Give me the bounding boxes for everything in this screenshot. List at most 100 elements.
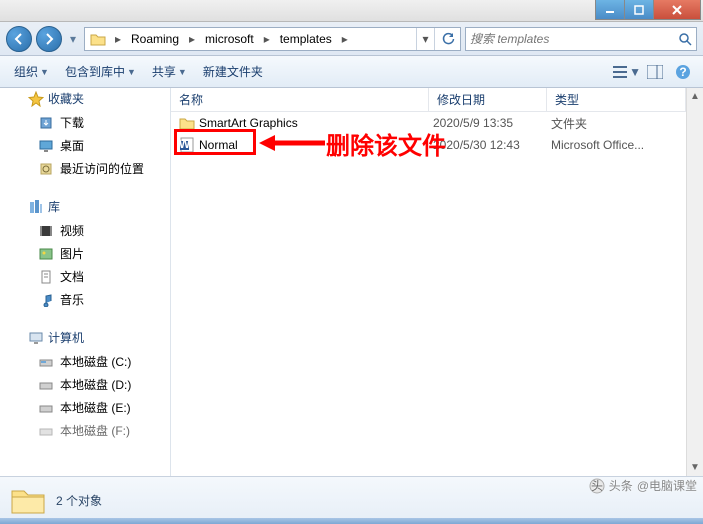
scroll-down-icon[interactable]: ▼ [687, 459, 703, 476]
word-file-icon: W [179, 137, 195, 153]
scroll-up-icon[interactable]: ▲ [687, 88, 703, 105]
sidebar-item-label: 本地磁盘 (E:) [60, 399, 131, 416]
drive-icon [38, 400, 54, 416]
window-frame-bottom [0, 518, 703, 524]
libraries-label: 库 [48, 198, 60, 215]
sidebar-group-favorites[interactable]: 收藏夹 [0, 88, 170, 111]
help-button[interactable]: ? [669, 60, 697, 84]
sidebar-item-videos[interactable]: 视频 [0, 219, 170, 242]
breadcrumb-segment[interactable]: Roaming [125, 28, 185, 50]
sidebar-item-drive-d[interactable]: 本地磁盘 (D:) [0, 373, 170, 396]
file-date: 2020/5/30 12:43 [429, 138, 547, 152]
window-controls [596, 0, 701, 20]
view-options-button[interactable]: ▼ [613, 60, 641, 84]
file-date: 2020/5/9 13:35 [429, 116, 547, 130]
toolbar: 组织▼ 包含到库中▼ 共享▼ 新建文件夹 ▼ ? [0, 56, 703, 88]
folder-icon [87, 28, 109, 50]
new-folder-button[interactable]: 新建文件夹 [195, 59, 271, 84]
include-label: 包含到库中 [65, 63, 125, 80]
sidebar-group-computer[interactable]: 计算机 [0, 325, 170, 350]
status-count: 2 个对象 [56, 492, 102, 509]
sidebar-item-drive-e[interactable]: 本地磁盘 (E:) [0, 396, 170, 419]
watermark-text: @电脑课堂 [637, 477, 697, 494]
sidebar-group-libraries[interactable]: 库 [0, 194, 170, 219]
column-header-type[interactable]: 类型 [547, 88, 686, 111]
breadcrumb-segment[interactable]: microsoft [199, 28, 260, 50]
vertical-scrollbar[interactable]: ▲ ▼ [686, 88, 703, 476]
sidebar-item-label: 本地磁盘 (C:) [60, 353, 131, 370]
svg-text:W: W [179, 137, 191, 151]
file-name: Normal [199, 138, 238, 152]
sidebar-item-label: 视频 [60, 222, 84, 239]
sidebar-item-label: 下载 [60, 114, 84, 131]
watermark-prefix: 头条 [609, 477, 633, 494]
column-header-date[interactable]: 修改日期 [429, 88, 547, 111]
drive-icon [38, 423, 54, 439]
chevron-right-icon[interactable]: ▸ [260, 32, 274, 46]
chevron-right-icon[interactable]: ▸ [338, 32, 352, 46]
new-folder-label: 新建文件夹 [203, 63, 263, 80]
sidebar-item-drive-c[interactable]: 本地磁盘 (C:) [0, 350, 170, 373]
nav-forward-button[interactable] [36, 26, 62, 52]
address-bar-row: ▾ ▸ Roaming ▸ microsoft ▸ templates ▸ ▾ [0, 22, 703, 56]
address-dropdown[interactable]: ▾ [416, 28, 434, 50]
sidebar-item-label: 本地磁盘 (F:) [60, 422, 130, 439]
drive-icon [38, 377, 54, 393]
address-bar[interactable]: ▸ Roaming ▸ microsoft ▸ templates ▸ ▾ [84, 27, 461, 51]
sidebar-item-pictures[interactable]: 图片 [0, 242, 170, 265]
organize-label: 组织 [14, 63, 38, 80]
maximize-button[interactable] [624, 0, 654, 20]
include-in-library-menu[interactable]: 包含到库中▼ [57, 59, 144, 84]
column-header-name[interactable]: 名称 [171, 88, 429, 111]
search-box[interactable] [465, 27, 697, 51]
sidebar-item-label: 最近访问的位置 [60, 160, 144, 177]
refresh-button[interactable] [434, 28, 460, 50]
sidebar-item-label: 本地磁盘 (D:) [60, 376, 131, 393]
organize-menu[interactable]: 组织▼ [6, 59, 57, 84]
sidebar-item-desktop[interactable]: 桌面 [0, 134, 170, 157]
file-name: SmartArt Graphics [199, 116, 298, 130]
desktop-icon [38, 138, 54, 154]
sidebar-item-label: 文档 [60, 268, 84, 285]
downloads-icon [38, 115, 54, 131]
svg-text:头: 头 [591, 479, 603, 493]
chevron-right-icon[interactable]: ▸ [111, 32, 125, 46]
search-input[interactable] [470, 32, 678, 46]
svg-text:?: ? [679, 65, 686, 79]
recent-icon [38, 161, 54, 177]
sidebar-item-label: 桌面 [60, 137, 84, 154]
folder-icon [179, 115, 195, 131]
file-type: 文件夹 [547, 115, 686, 132]
pictures-icon [38, 246, 54, 262]
sidebar-item-label: 音乐 [60, 291, 84, 308]
sidebar-item-documents[interactable]: 文档 [0, 265, 170, 288]
drive-icon [38, 354, 54, 370]
share-menu[interactable]: 共享▼ [144, 59, 195, 84]
annotation-text: 删除该文件 [326, 126, 446, 161]
main-area: 收藏夹 下载 桌面 最近访问的位置 库 视频 图片 文档 音乐 计算机 本地磁盘… [0, 88, 703, 476]
folder-large-icon [10, 483, 46, 519]
music-icon [38, 292, 54, 308]
video-icon [38, 223, 54, 239]
nav-back-button[interactable] [6, 26, 32, 52]
titlebar [0, 0, 703, 22]
computer-icon [28, 330, 44, 346]
close-button[interactable] [653, 0, 701, 20]
breadcrumb-segment[interactable]: templates [274, 28, 338, 50]
favorites-label: 收藏夹 [48, 90, 84, 107]
star-icon [28, 91, 44, 107]
navigation-pane: 收藏夹 下载 桌面 最近访问的位置 库 视频 图片 文档 音乐 计算机 本地磁盘… [0, 88, 171, 476]
file-list-pane: 名称 修改日期 类型 SmartArt Graphics 2020/5/9 13… [171, 88, 703, 476]
sidebar-item-drive-f[interactable]: 本地磁盘 (F:) [0, 419, 170, 442]
libraries-icon [28, 199, 44, 215]
sidebar-item-recent[interactable]: 最近访问的位置 [0, 157, 170, 180]
sidebar-item-music[interactable]: 音乐 [0, 288, 170, 311]
nav-history-dropdown[interactable]: ▾ [66, 28, 80, 50]
chevron-right-icon[interactable]: ▸ [185, 32, 199, 46]
sidebar-item-downloads[interactable]: 下载 [0, 111, 170, 134]
search-icon[interactable] [678, 32, 692, 46]
minimize-button[interactable] [595, 0, 625, 20]
sidebar-item-label: 图片 [60, 245, 84, 262]
watermark: 头 头条 @电脑课堂 [589, 477, 697, 494]
preview-pane-button[interactable] [641, 60, 669, 84]
